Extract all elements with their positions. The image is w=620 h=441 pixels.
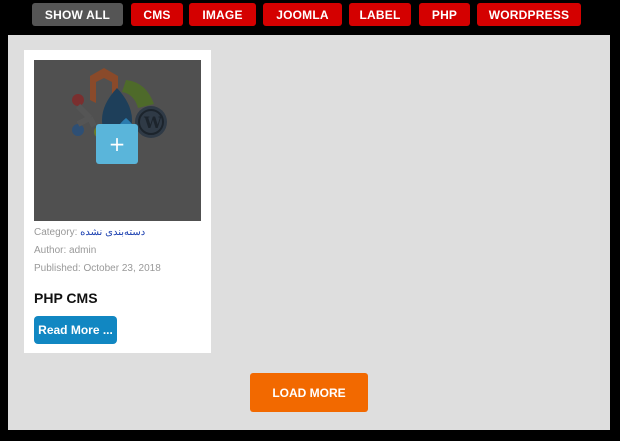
portfolio-card: W + Category: دسته‌بندی نشده Author: adm… [24, 50, 211, 353]
published-label: Published: [34, 263, 81, 274]
filter-image[interactable]: IMAGE [189, 3, 256, 26]
wordpress-logo-icon: W [135, 106, 167, 138]
filter-cms[interactable]: CMS [131, 3, 183, 26]
svg-text:W: W [143, 113, 163, 132]
author-meta: Author: admin [34, 245, 96, 256]
author-value: admin [69, 245, 97, 256]
filter-show-all[interactable]: SHOW ALL [32, 3, 123, 26]
category-meta: Category: دسته‌بندی نشده [34, 227, 145, 238]
filter-wordpress[interactable]: WORDPRESS [477, 3, 581, 26]
filter-label[interactable]: LABEL [349, 3, 411, 26]
filter-joomla[interactable]: JOOMLA [263, 3, 342, 26]
author-label: Author: [34, 245, 67, 256]
read-more-button[interactable]: Read More ... [34, 316, 117, 344]
card-thumbnail[interactable]: W + [34, 60, 201, 221]
filter-php[interactable]: PHP [419, 3, 470, 26]
expand-plus-button[interactable]: + [96, 124, 138, 164]
card-title[interactable]: PHP CMS [34, 290, 98, 306]
load-more-button[interactable]: LOAD MORE [250, 373, 368, 412]
plus-icon: + [108, 132, 126, 156]
category-link[interactable]: دسته‌بندی نشده [80, 227, 145, 238]
portfolio-panel: W + Category: دسته‌بندی نشده Author: adm… [8, 35, 610, 430]
published-value: October 23, 2018 [83, 263, 161, 274]
filter-bar: SHOW ALL CMS IMAGE JOOMLA LABEL PHP WORD… [0, 0, 620, 32]
published-meta: Published: October 23, 2018 [34, 263, 161, 274]
category-label: Category: [34, 227, 78, 238]
